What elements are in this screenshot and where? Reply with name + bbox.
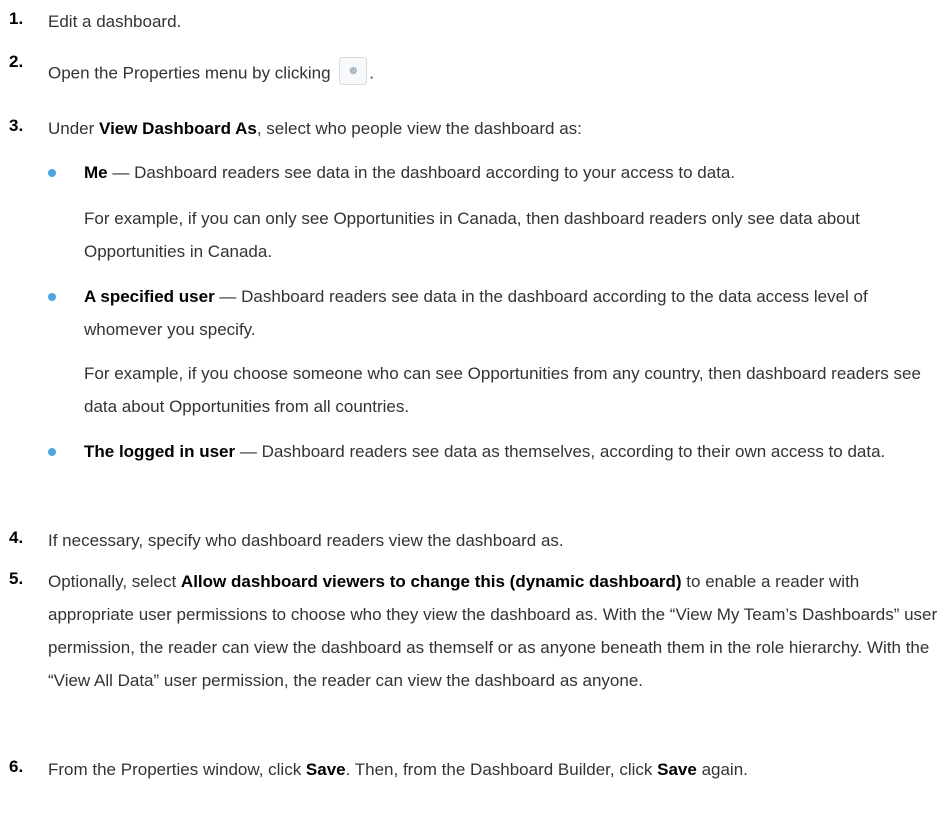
step-text: From the Properties window, click Save. … [48,757,944,783]
step-number: 4. [9,528,24,547]
step-text: Open the Properties menu by clicking ✵. [48,57,944,88]
option-title: The logged in user [84,442,236,461]
option-logged-in-user: The logged in user — Dashboard readers s… [84,435,944,468]
gear-icon[interactable]: ✵ [339,57,368,85]
step-number: 3. [9,116,24,135]
step-text: If necessary, specify who dashboard read… [48,531,564,550]
step-number: 5. [9,569,24,588]
step-text-post: , select who people view the dashboard a… [256,119,582,138]
option-desc: — Dashboard readers see data in the dash… [107,163,736,182]
option-me-example: For example, if you can only see Opportu… [84,209,860,261]
option-me: Me — Dashboard readers see data in the d… [84,156,944,189]
step-text-after: . [369,63,375,83]
option-title: Me [84,163,108,182]
step-text: Edit a dashboard. [48,12,182,31]
option-desc: — Dashboard readers see data as themselv… [235,442,886,461]
step-text-post: again. [696,760,748,779]
step-text: Under View Dashboard As, select who peop… [48,116,944,142]
step-text-bold: View Dashboard As [99,119,257,138]
step-text-before: Open the Properties menu by clicking [48,63,331,83]
step-number: 1. [9,9,24,28]
step-number: 2. [9,52,24,71]
step-text-pre: From the Properties window, click [48,760,306,779]
bullet-dot [48,293,56,301]
step-number: 6. [9,757,24,776]
step-text-bold: Allow dashboard viewers to change this (… [180,572,682,591]
option-specified-user: A specified user — Dashboard readers see… [84,280,944,346]
step-text-pre: Under [48,119,100,138]
option-specified-user-example: For example, if you choose someone who c… [84,364,921,416]
option-title: A specified user [84,287,215,306]
step-text-bold: Save [305,760,346,779]
bullet-dot [48,169,56,177]
step-text-pre: Optionally, select [48,572,181,591]
help-article: 1. Edit a dashboard. 2. Open the Propert… [0,0,950,820]
step-text-bold-2: Save [657,760,697,779]
step-text-mid: . Then, from the Dashboard Builder, clic… [345,760,658,779]
bullet-dot [48,448,56,456]
step-text: Optionally, select Allow dashboard viewe… [48,565,944,697]
